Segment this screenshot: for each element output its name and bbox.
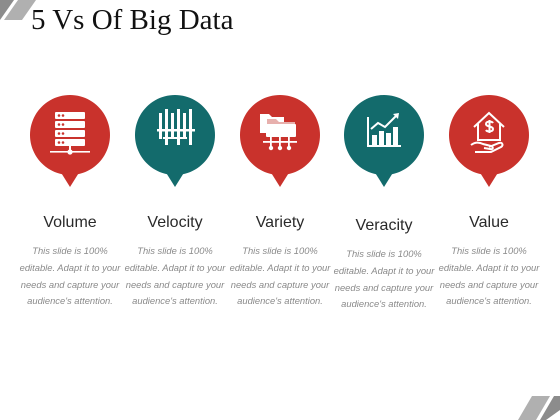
value-heading: Value: [469, 214, 509, 231]
volume-heading: Volume: [43, 214, 97, 231]
velocity-heading: Velocity: [147, 214, 203, 231]
velocity-description: This slide is 100% editable. Adapt it to…: [124, 245, 226, 307]
variety-pin: [240, 95, 320, 188]
veracity-heading: Veracity: [355, 217, 413, 234]
slide-title: 5 Vs Of Big Data: [31, 4, 234, 36]
volume-pin: [30, 95, 110, 188]
variety-description: This slide is 100% editable. Adapt it to…: [229, 245, 331, 307]
value-description: This slide is 100% editable. Adapt it to…: [438, 245, 540, 307]
volume-description: This slide is 100% editable. Adapt it to…: [19, 245, 121, 307]
velocity-pin: [135, 95, 215, 188]
veracity-pin: [344, 95, 424, 188]
veracity-description: This slide is 100% editable. Adapt it to…: [333, 248, 435, 310]
bottom-right-corner-stripes: [518, 396, 560, 420]
variety-heading: Variety: [255, 214, 305, 231]
value-pin: [449, 95, 529, 188]
